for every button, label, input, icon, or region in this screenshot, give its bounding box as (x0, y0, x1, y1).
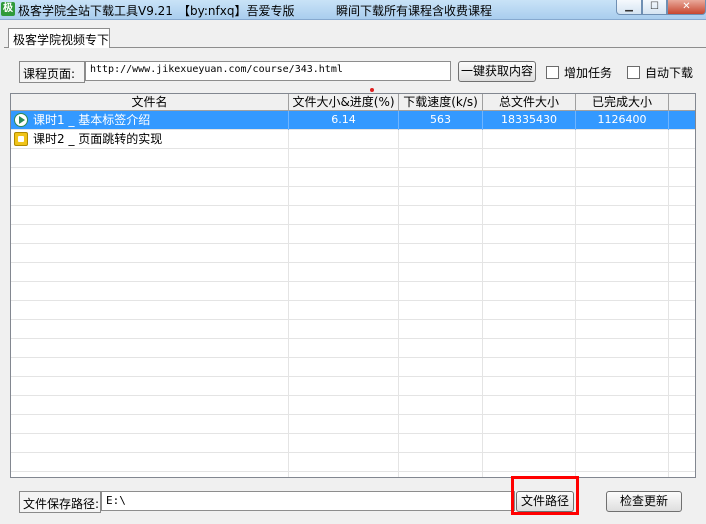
add-task-label: 增加任务 (564, 66, 613, 80)
table-row[interactable]: 课时1 _ 基本标签介绍 6.14 563 18335430 1126400 (11, 111, 695, 130)
row-filename: 课时2 _ 页面跳转的实现 (11, 130, 289, 149)
row-speed: 563 (399, 111, 483, 130)
highlight-box (511, 476, 579, 515)
empty-table-row (11, 434, 695, 453)
save-path-input[interactable]: E:\ (101, 491, 515, 511)
auto-download-checkbox[interactable]: 自动下载 (627, 64, 693, 80)
window-title-slogan: 瞬间下载所有课程含收费课程 (336, 4, 493, 18)
auto-download-checkbox-box[interactable] (627, 66, 640, 79)
row-filename-text: 课时2 _ 页面跳转的实现 (33, 132, 163, 146)
empty-table-row (11, 149, 695, 168)
auto-download-label: 自动下载 (645, 66, 694, 80)
row-progress (289, 130, 399, 149)
empty-table-row (11, 320, 695, 339)
empty-table-row (11, 206, 695, 225)
empty-table-row (11, 453, 695, 472)
download-list[interactable]: 文件名 文件大小&进度(%) 下载速度(k/s) 总文件大小 已完成大小 课时1… (10, 93, 696, 478)
empty-table-row (11, 396, 695, 415)
save-path-label: 文件保存路径: (19, 491, 101, 513)
close-button[interactable]: ✕ (667, 0, 706, 15)
empty-table-row (11, 187, 695, 206)
add-task-checkbox-box[interactable] (546, 66, 559, 79)
app-logo-icon: 极 (1, 2, 15, 16)
fetch-content-button[interactable]: 一键获取内容 (458, 61, 536, 82)
empty-table-row (11, 244, 695, 263)
minimize-button[interactable]: ▁ (616, 0, 642, 15)
play-icon (14, 113, 28, 127)
course-url-input[interactable]: http://www.jikexueyuan.com/course/343.ht… (85, 61, 451, 81)
table-row[interactable]: 课时2 _ 页面跳转的实现 (11, 130, 695, 149)
check-update-button[interactable]: 检查更新 (606, 491, 682, 512)
empty-table-row (11, 225, 695, 244)
window-title: 极客学院全站下载工具V9.21 (18, 4, 173, 18)
column-header-total-size[interactable]: 总文件大小 (483, 94, 576, 111)
column-header-done-size[interactable]: 已完成大小 (576, 94, 669, 111)
empty-table-row (11, 301, 695, 320)
empty-table-row (11, 282, 695, 301)
column-header-progress[interactable]: 文件大小&进度(%) (289, 94, 399, 111)
row-total-size (483, 130, 576, 149)
column-header-filename[interactable]: 文件名 (11, 94, 289, 111)
add-task-checkbox[interactable]: 增加任务 (546, 64, 612, 80)
empty-table-row (11, 358, 695, 377)
window-title-author: 【by:nfxq】吾爱专版 (178, 4, 295, 18)
empty-table-row (11, 168, 695, 187)
empty-table-row (11, 263, 695, 282)
row-total-size: 18335430 (483, 111, 576, 130)
course-page-label: 课程页面: (19, 61, 85, 83)
tab-jikexueyuan[interactable]: 极客学院视频专下 (8, 28, 110, 48)
row-done-size (576, 130, 669, 149)
row-progress: 6.14 (289, 111, 399, 130)
column-header-speed[interactable]: 下载速度(k/s) (399, 94, 483, 111)
row-done-size: 1126400 (576, 111, 669, 130)
download-list-header: 文件名 文件大小&进度(%) 下载速度(k/s) 总文件大小 已完成大小 (11, 94, 695, 111)
empty-table-row (11, 472, 695, 477)
pause-icon (14, 132, 28, 146)
title-bar: 极 极客学院全站下载工具V9.21 【by:nfxq】吾爱专版 瞬间下载所有课程… (0, 0, 706, 20)
empty-table-row (11, 415, 695, 434)
row-speed (399, 130, 483, 149)
maximize-button[interactable]: ☐ (642, 0, 667, 15)
red-marker-dot (370, 88, 374, 92)
row-filename-text: 课时1 _ 基本标签介绍 (33, 113, 151, 127)
empty-table-row (11, 377, 695, 396)
empty-table-row (11, 339, 695, 358)
row-filename: 课时1 _ 基本标签介绍 (11, 111, 289, 130)
